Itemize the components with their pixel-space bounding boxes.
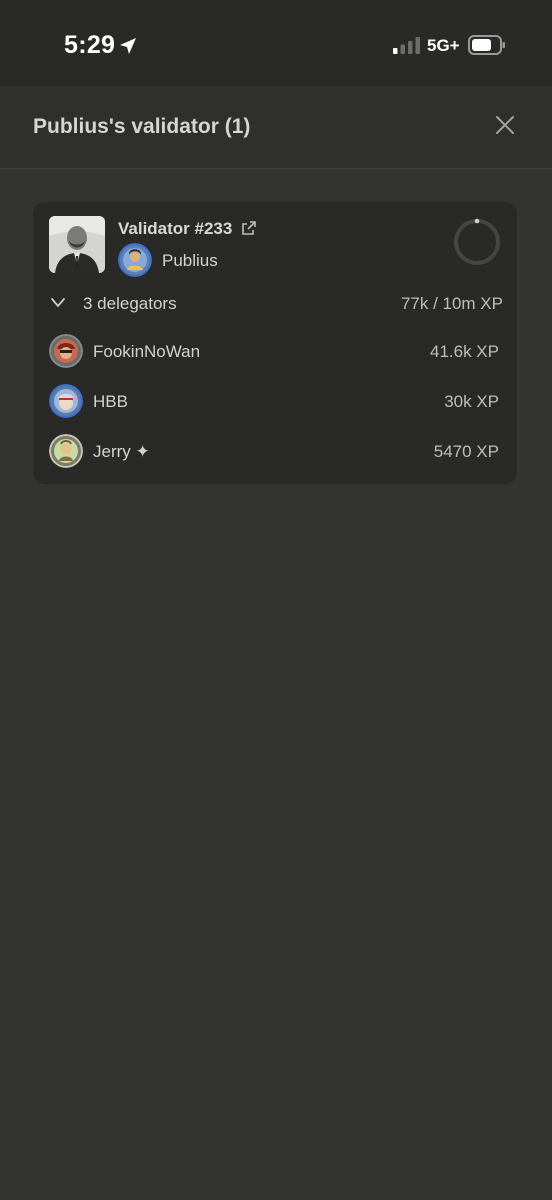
- delegator-xp: 41.6k XP: [430, 342, 499, 361]
- network-type: 5G+: [427, 36, 460, 55]
- progress-ring: [454, 218, 500, 265]
- delegators-toggle[interactable]: 3 delegators 77k / 10m XP: [47, 292, 503, 316]
- delegators-count: 3 delegators: [83, 294, 177, 313]
- location-arrow-icon: [120, 38, 136, 54]
- battery-icon: [468, 35, 505, 55]
- validator-avatar: [49, 216, 105, 273]
- delegator-name: Jerry ✦: [93, 442, 150, 461]
- status-bar: 5:29 5G+: [0, 0, 552, 86]
- delegator-row[interactable]: Jerry ✦ 5470 XP: [49, 434, 499, 468]
- delegator-xp: 5470 XP: [433, 442, 499, 461]
- close-icon[interactable]: [490, 110, 520, 140]
- page-title: Publius's validator (1): [33, 115, 251, 138]
- external-link-icon[interactable]: [241, 220, 257, 236]
- owner-avatar[interactable]: [118, 243, 152, 277]
- modal-header: Publius's validator (1): [0, 86, 552, 169]
- status-time: 5:29: [64, 31, 116, 59]
- owner-name: Publius: [162, 251, 218, 270]
- delegator-avatar: [49, 434, 83, 468]
- validator-card: Validator #233 Publius 3 delegators 77k …: [33, 202, 517, 484]
- delegator-xp: 30k XP: [444, 392, 499, 411]
- chevron-down-icon: [51, 298, 65, 308]
- delegator-name: HBB: [93, 392, 128, 411]
- validator-name: Validator #233: [118, 219, 233, 238]
- delegator-row[interactable]: HBB 30k XP: [49, 384, 499, 418]
- delegator-row[interactable]: FookinNoWan 41.6k XP: [49, 334, 499, 368]
- cellular-signal-icon: [393, 37, 420, 54]
- delegators-xp-total: 77k / 10m XP: [400, 294, 503, 313]
- delegator-avatar: [49, 384, 83, 418]
- delegator-name: FookinNoWan: [93, 342, 201, 361]
- delegator-avatar: [49, 334, 83, 368]
